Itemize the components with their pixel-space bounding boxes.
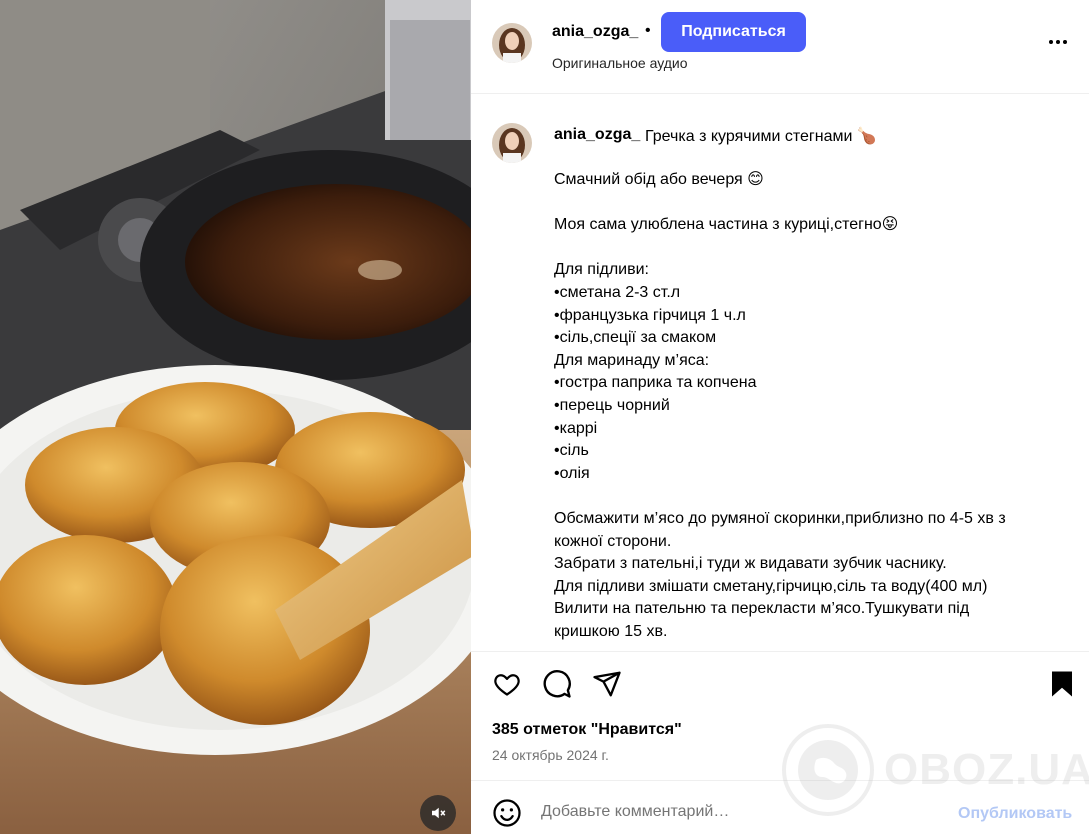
caption-line: Забрати з пательні,і туди ж видавати зуб… bbox=[554, 555, 947, 573]
caption-line: •олія bbox=[554, 464, 590, 482]
comment-input[interactable] bbox=[541, 803, 911, 821]
caption-title: Гречка з курячими стегнами 🍗 bbox=[645, 128, 877, 145]
caption-line: •сметана 2-3 ст.л bbox=[554, 283, 681, 301]
caption-line: Для підливи: bbox=[554, 261, 649, 279]
caption-line: •перець чорний bbox=[554, 396, 670, 414]
caption-body: Смачний обід або вечеря 😊 Моя сама улюбл… bbox=[554, 169, 1074, 643]
caption-line bbox=[554, 485, 1074, 508]
share-send-icon[interactable] bbox=[592, 669, 622, 699]
post-actions: 385 отметок "Нравится" 24 октябрь 2024 г… bbox=[471, 651, 1089, 781]
post-date[interactable]: 24 октябрь 2024 г. bbox=[492, 747, 609, 763]
emoji-picker-icon[interactable] bbox=[492, 798, 522, 828]
caption-line: кожної сторони. bbox=[554, 532, 672, 550]
caption-line: •сіль bbox=[554, 442, 589, 460]
comment-bubble-icon[interactable] bbox=[542, 669, 572, 699]
caption-line: •гостра паприка та копчена bbox=[554, 374, 757, 392]
food-photo bbox=[0, 0, 471, 834]
caption-avatar[interactable] bbox=[492, 123, 532, 163]
caption-line: •сіль,спеції за смаком bbox=[554, 329, 717, 347]
caption-line: Вилити на пательню та перекласти м’ясо.Т… bbox=[554, 600, 970, 618]
follow-button[interactable]: Подписаться bbox=[661, 12, 806, 52]
more-options-icon[interactable] bbox=[1049, 32, 1073, 52]
caption-username[interactable]: ania_ozga_ bbox=[554, 126, 640, 144]
post-header: ania_ozga_ • Подписаться Оригинальное ау… bbox=[471, 0, 1089, 94]
caption-line bbox=[554, 237, 1074, 260]
like-heart-icon[interactable] bbox=[492, 670, 522, 698]
publish-button[interactable]: Опубликовать bbox=[958, 805, 1072, 823]
caption-line: Для маринаду м’яса: bbox=[554, 351, 710, 369]
caption-line: •французька гірчиця 1 ч.л bbox=[554, 306, 746, 324]
caption-line: Для підливи змішати сметану,гірчицю,сіль… bbox=[554, 577, 988, 595]
post-media[interactable] bbox=[0, 0, 471, 834]
post-details-panel: ania_ozga_ • Подписаться Оригинальное ау… bbox=[471, 0, 1089, 834]
caption-section: ania_ozga_ Гречка з курячими стегнами 🍗 … bbox=[471, 94, 1089, 651]
caption-line bbox=[554, 192, 1074, 215]
caption-line: •каррі bbox=[554, 419, 598, 437]
bookmark-save-icon[interactable] bbox=[1049, 669, 1075, 699]
caption-line: Моя сама улюблена частина з курицi,стегн… bbox=[554, 216, 899, 234]
caption-line: Смачний обід або вечеря 😊 bbox=[554, 171, 764, 188]
separator-dot: • bbox=[645, 22, 651, 39]
comment-bar: Опубликовать bbox=[471, 780, 1089, 834]
muted-speaker-icon bbox=[432, 807, 446, 819]
mute-button[interactable] bbox=[420, 795, 456, 831]
likes-count[interactable]: 385 отметок "Нравится" bbox=[492, 721, 682, 739]
author-username[interactable]: ania_ozga_ bbox=[552, 23, 638, 41]
avatar[interactable] bbox=[492, 23, 532, 63]
original-audio-link[interactable]: Оригинальное аудио bbox=[552, 55, 688, 71]
caption-line: Обсмажити м’ясо до румяної скоринки,приб… bbox=[554, 509, 1006, 527]
caption-line: кришкою 15 хв. bbox=[554, 622, 668, 640]
